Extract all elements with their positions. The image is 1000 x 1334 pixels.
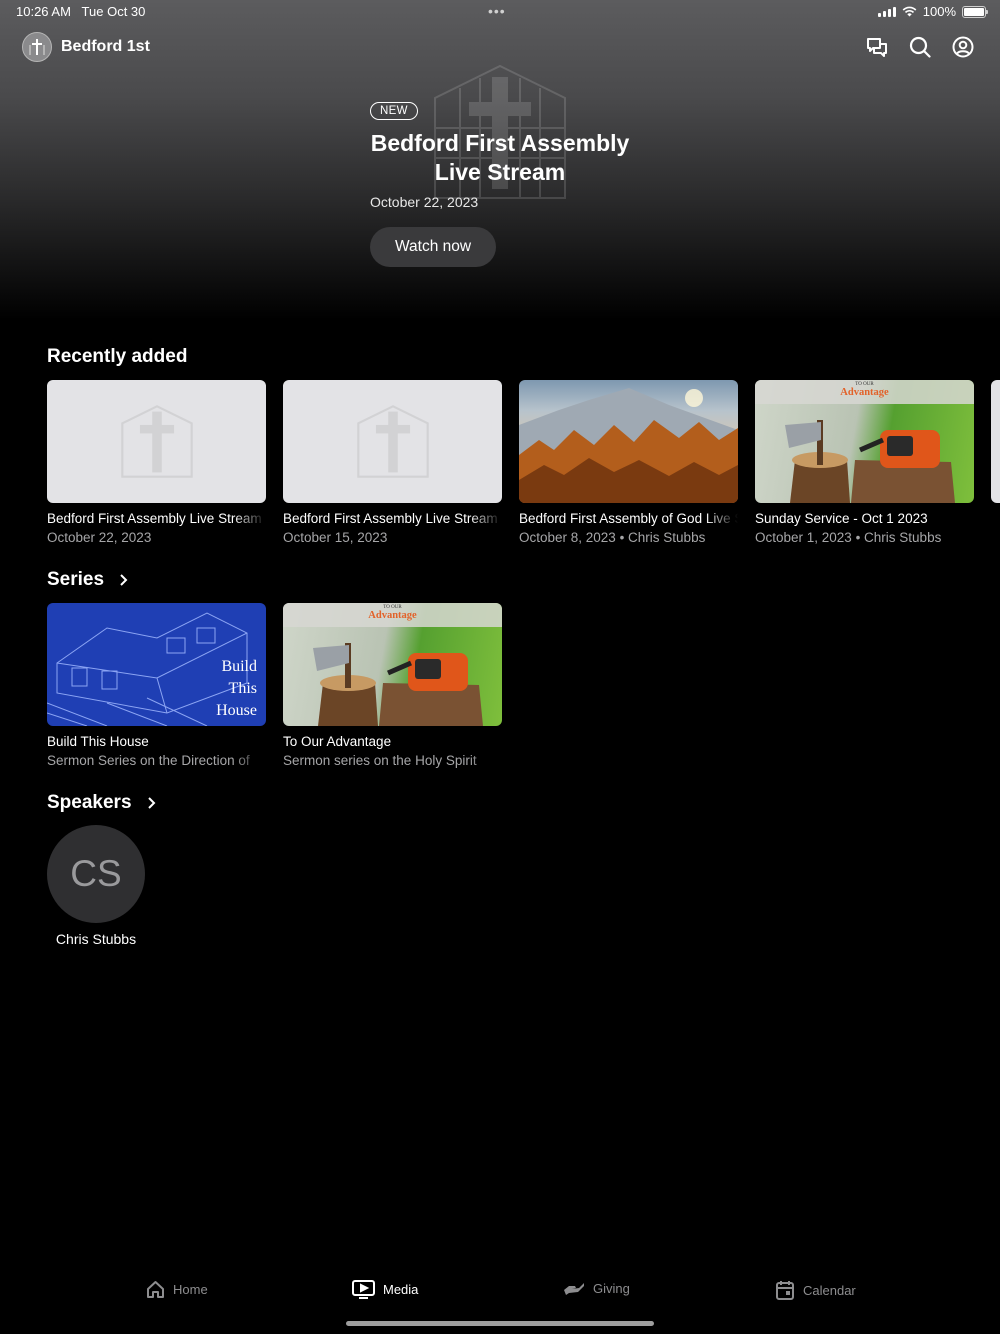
card-subtitle: Sermon series on the Holy Spirit <box>283 753 477 768</box>
tab-giving[interactable]: Giving <box>563 1280 630 1296</box>
brand[interactable]: Bedford 1st <box>22 32 150 62</box>
tab-calendar[interactable]: Calendar <box>775 1280 856 1301</box>
blueprint-overlay-text: Build This House <box>216 658 257 719</box>
giving-hand-icon <box>564 1283 584 1295</box>
card-subtitle: October 1, 2023 • Chris Stubbs <box>755 530 942 545</box>
home-icon <box>147 1281 164 1298</box>
chevron-right-icon <box>120 574 128 586</box>
thumbnail <box>283 380 502 503</box>
chevron-right-icon <box>147 797 155 809</box>
blueprint-house-thumbnail: Build This House <box>47 603 266 726</box>
card-subtitle: October 8, 2023 • Chris Stubbs <box>519 530 706 545</box>
series-card[interactable]: Build This House Build This House Sermon… <box>47 603 266 768</box>
status-time: 10:26 AM Tue Oct 30 <box>16 4 146 19</box>
multitasking-dots-icon[interactable]: ••• <box>488 3 506 19</box>
chat-icon[interactable] <box>866 36 888 58</box>
search-icon[interactable] <box>909 36 931 58</box>
status-bar: 10:26 AM Tue Oct 30 ••• 100% <box>0 0 1000 24</box>
wifi-icon <box>902 6 917 17</box>
thumbnail <box>991 380 1000 503</box>
autumn-forest-thumbnail <box>519 380 738 503</box>
media-card-partial[interactable] <box>991 380 1000 503</box>
church-logo-icon <box>22 32 52 62</box>
hero-date: October 22, 2023 <box>370 194 479 210</box>
series-heading[interactable]: Series <box>47 569 130 591</box>
account-icon[interactable] <box>952 36 974 58</box>
new-badge: NEW <box>370 102 418 120</box>
battery-percent: 100% <box>922 4 956 19</box>
speaker-name: Chris Stubbs <box>55 931 137 947</box>
card-subtitle: October 15, 2023 <box>283 530 388 545</box>
church-placeholder-icon <box>356 404 429 478</box>
tab-home[interactable]: Home <box>146 1280 208 1299</box>
status-indicators: 100% <box>877 4 988 19</box>
battery-icon <box>962 5 988 18</box>
card-title: Bedford First Assembly Live Stream <box>47 511 262 526</box>
card-title: Bedford First Assembly Live Stream <box>283 511 498 526</box>
recently-added-heading: Recently added <box>47 346 188 367</box>
cellular-signal-icon <box>877 6 896 17</box>
watch-now-button[interactable]: Watch now <box>370 227 497 267</box>
hero-content: NEW Bedford First Assembly Live Stream O… <box>370 101 640 267</box>
card-title: Bedford First Assembly of God Live Strea… <box>519 511 738 526</box>
avatar: CS <box>47 825 145 923</box>
card-title: Sunday Service - Oct 1 2023 <box>755 511 928 526</box>
home-indicator[interactable] <box>346 1321 654 1326</box>
card-subtitle: October 22, 2023 <box>47 530 152 545</box>
card-subtitle: Sermon Series on the Direction of <box>47 753 250 768</box>
hero-title: Bedford First Assembly Live Stream <box>370 130 630 185</box>
thumbnail <box>47 380 266 503</box>
app-name: Bedford 1st <box>61 38 150 55</box>
church-placeholder-icon <box>120 404 193 478</box>
axe-chainsaw-thumbnail: TO OUR Advantage <box>283 603 502 726</box>
media-card[interactable]: Bedford First Assembly Live Stream Octob… <box>47 380 266 545</box>
speakers-heading[interactable]: Speakers <box>47 792 158 814</box>
media-card[interactable]: Bedford First Assembly of God Live Strea… <box>519 380 738 545</box>
top-bar: Bedford 1st <box>0 30 1000 66</box>
tab-media[interactable]: Media <box>352 1280 418 1299</box>
axe-chainsaw-thumbnail: TO OUR Advantage <box>755 380 974 503</box>
card-title: To Our Advantage <box>283 734 392 749</box>
media-player-icon <box>352 1280 375 1299</box>
media-card[interactable]: Bedford First Assembly Live Stream Octob… <box>283 380 502 545</box>
calendar-icon <box>776 1281 794 1300</box>
series-card[interactable]: TO OUR Advantage To Our Advantage Sermon … <box>283 603 502 768</box>
tab-bar: Home Media Giving Calendar <box>0 1280 1000 1312</box>
media-card[interactable]: TO OUR Advantage Sunday Service - Oct 1 2… <box>755 380 974 545</box>
card-title: Build This House <box>47 734 149 749</box>
speaker-item[interactable]: CS Chris Stubbs <box>47 825 145 947</box>
